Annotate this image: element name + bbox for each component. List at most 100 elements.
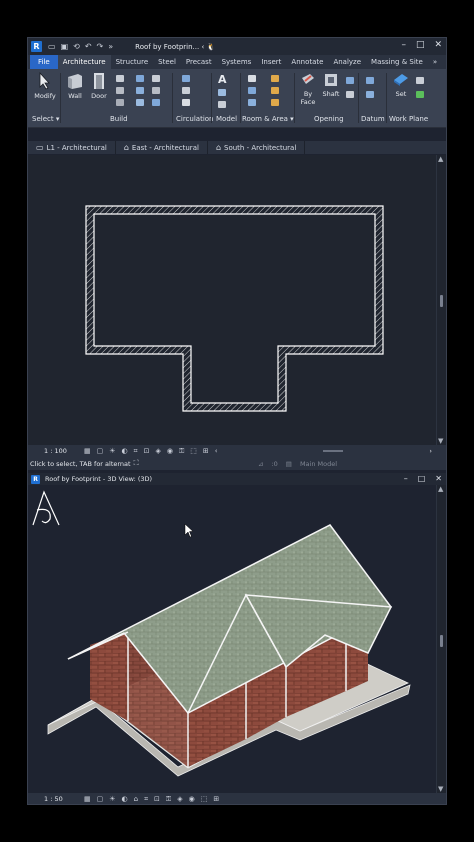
set-button[interactable]: Set [390,72,412,98]
level-icon[interactable] [366,77,374,84]
ceiling-icon[interactable] [136,87,144,94]
model-text-icon[interactable]: A [218,73,227,86]
sync-icon[interactable]: ⟲ [73,42,80,51]
reveal-hidden-icon[interactable]: ◉ [189,795,195,804]
view-tab-l1[interactable]: ▭ L1 - Architectural [28,141,116,154]
mullion-icon[interactable] [152,99,160,106]
crop-view-icon[interactable]: ⌗ [144,795,148,804]
stair-icon[interactable] [182,99,190,106]
component-icon[interactable] [116,87,124,94]
ramp-icon[interactable] [182,87,190,94]
column-icon[interactable] [116,99,124,106]
area-boundary-icon[interactable] [271,87,279,94]
crop-view-icon[interactable]: ⌗ [134,447,138,456]
lock-3d-icon[interactable]: ⚿ [166,795,171,804]
view-tab-south[interactable]: ⌂ South - Architectural [208,141,306,154]
view3d-vertical-scrollbar[interactable]: ▲ ▼ [436,485,446,793]
analytical-icon[interactable]: ⊞ [203,447,209,456]
view3d-scale[interactable]: 1 : 50 [44,795,84,803]
shadows-icon[interactable]: ◐ [122,447,128,456]
sun-path-icon[interactable]: ☀ [109,447,115,456]
tab-insert[interactable]: Insert [256,55,286,69]
modify-button[interactable]: Modify [32,72,58,100]
show-crop-icon[interactable]: ⊡ [144,447,150,456]
save-icon[interactable]: ▣ [61,42,69,51]
plan-vertical-scrollbar[interactable]: ▲ ▼ [436,155,446,445]
viewer-icon[interactable] [416,91,424,98]
revit-logo[interactable]: R [31,41,42,52]
render-icon[interactable]: ⌂ [134,795,138,804]
close-button[interactable]: ✕ [434,40,442,50]
sun-path-icon[interactable]: ☀ [109,795,115,804]
floor-icon[interactable] [136,99,144,106]
view3d-close-button[interactable]: ✕ [435,474,442,483]
by-face-button[interactable]: By Face [297,72,319,106]
roof-icon[interactable] [136,75,144,82]
room-area-panel-label[interactable]: Room & Area ▾ [242,115,294,123]
curtain-grid-icon[interactable] [152,87,160,94]
grid-icon[interactable] [366,91,374,98]
room-icon[interactable] [248,75,256,82]
filter-icon[interactable]: ⊿ [258,460,263,468]
minimize-button[interactable]: – [401,40,406,50]
railing-icon[interactable] [182,75,190,82]
model-group-icon[interactable] [218,101,226,108]
selection-count: :0 [271,459,278,468]
analytical-icon[interactable]: ⊞ [213,795,219,804]
worksets-icon[interactable]: ⛶ [134,459,139,468]
tab-massing-site[interactable]: Massing & Site [366,55,428,69]
view-tab-east[interactable]: ⌂ East - Architectural [116,141,208,154]
area-icon[interactable] [271,75,279,82]
main-model-label[interactable]: Main Model [300,460,337,468]
highlight-icon[interactable]: ⬚ [201,795,208,804]
floor-plan-view[interactable] [28,155,436,445]
view3d-maximize-button[interactable]: □ [418,474,426,483]
vertical-opening-icon[interactable] [346,91,354,98]
wall-opening-icon[interactable] [346,77,354,84]
highlight-icon[interactable]: ⬚ [190,447,197,456]
plan-scale[interactable]: 1 : 100 [44,447,84,455]
temporary-hide-icon[interactable]: ◈ [155,447,160,456]
curtain-system-icon[interactable] [152,75,160,82]
door-button[interactable]: Door [88,72,110,100]
tag-area-icon[interactable] [271,99,279,106]
show-work-plane-icon[interactable] [416,77,424,84]
tag-room-icon[interactable] [248,99,256,106]
maximize-button[interactable]: □ [416,40,425,50]
shadows-icon[interactable]: ◐ [122,795,128,804]
tab-analyze[interactable]: Analyze [328,55,366,69]
model-panel-label: Model [216,115,238,123]
select-panel-label[interactable]: Select ▾ [32,115,59,123]
visual-style-icon[interactable]: ▢ [97,447,104,456]
horizontal-scroll-thumb[interactable] [323,450,343,452]
design-options-icon[interactable]: ▤ [286,460,292,468]
wall-button[interactable]: Wall [64,72,86,100]
scroll-left-icon[interactable]: ‹ [215,447,218,456]
visual-style-icon[interactable]: ▢ [97,795,104,804]
tab-overflow[interactable]: » [428,55,442,69]
detail-level-icon[interactable]: ▦ [84,795,91,804]
undo-icon[interactable]: ↶ [85,42,92,51]
tab-file[interactable]: File [30,55,58,69]
temporary-hide-icon[interactable]: ◈ [177,795,182,804]
tab-steel[interactable]: Steel [153,55,181,69]
tab-annotate[interactable]: Annotate [286,55,328,69]
tab-structure[interactable]: Structure [111,55,154,69]
scroll-right-icon[interactable]: › [429,447,432,455]
tab-precast[interactable]: Precast [181,55,217,69]
model-line-icon[interactable] [218,89,226,96]
room-separator-icon[interactable] [248,87,256,94]
view3d-minimize-button[interactable]: – [404,474,408,483]
open-folder-icon[interactable]: ▭ [48,42,56,51]
detail-level-icon[interactable]: ▦ [84,447,91,456]
reveal-hidden-icon[interactable]: ◉ [167,447,173,456]
view3d-canvas[interactable] [28,485,436,793]
redo-icon[interactable]: ↷ [97,42,104,51]
tab-architecture[interactable]: Architecture [57,55,111,69]
lock-3d-icon[interactable]: ⚿ [179,447,184,456]
more-icon[interactable]: » [108,42,113,51]
shaft-button[interactable]: Shaft [320,72,342,98]
window-icon[interactable] [116,75,124,82]
tab-systems[interactable]: Systems [217,55,257,69]
show-crop-icon[interactable]: ⊡ [154,795,160,804]
